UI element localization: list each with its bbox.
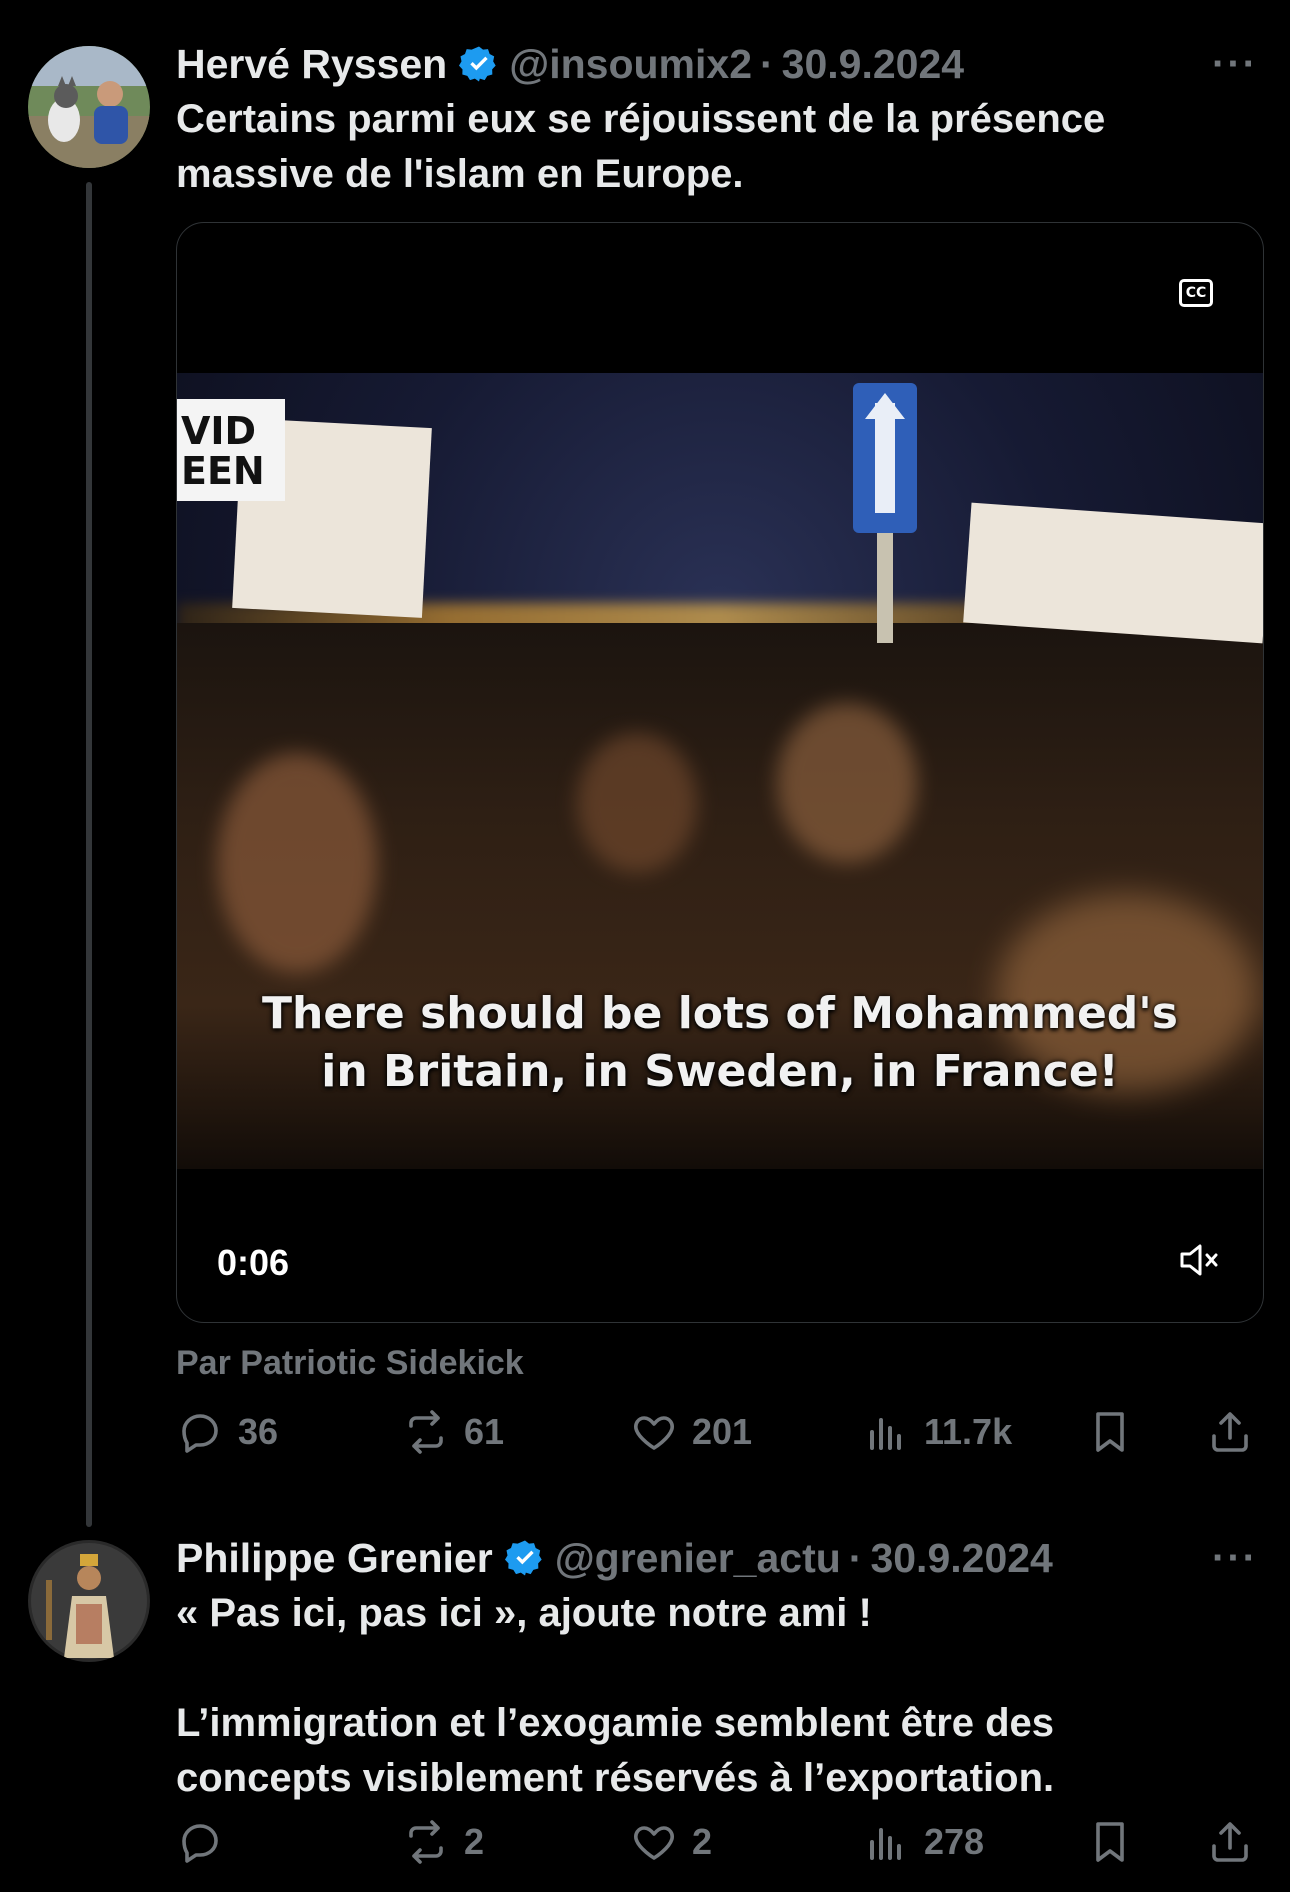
media-attribution[interactable]: Par Patriotic Sidekick xyxy=(176,1344,524,1383)
reply-icon xyxy=(182,1824,218,1863)
tweet-actions: 2 2 278 xyxy=(176,1818,1262,1878)
share-icon xyxy=(1212,1822,1248,1862)
author-handle[interactable]: @grenier_actu xyxy=(555,1534,841,1582)
protest-sign-right xyxy=(963,502,1263,644)
repost-icon xyxy=(409,1410,443,1454)
reply-button[interactable] xyxy=(176,1818,238,1866)
views-button[interactable]: 278 xyxy=(862,1818,984,1866)
heart-icon xyxy=(634,1416,674,1450)
crowd-figure xyxy=(777,703,917,863)
like-button[interactable]: 201 xyxy=(630,1408,752,1456)
reply-count: 36 xyxy=(238,1411,279,1452)
like-count: 2 xyxy=(692,1821,713,1862)
repost-button[interactable]: 61 xyxy=(402,1408,504,1456)
video-player[interactable]: CC VID EEN There should be lots of Moham… xyxy=(176,222,1264,1323)
heart-icon xyxy=(634,1826,674,1860)
video-timer: 0:06 xyxy=(217,1242,290,1283)
closed-captions-icon[interactable]: CC xyxy=(1179,279,1213,307)
crowd-figure xyxy=(217,753,377,973)
subtitle-line-1: There should be lots of Mohammed's xyxy=(262,988,1178,1039)
separator-dot: · xyxy=(760,41,774,87)
tweet-text: « Pas ici, pas ici », ajoute notre ami !… xyxy=(176,1591,1055,1800)
author-handle[interactable]: @insoumix2 xyxy=(509,40,752,88)
repost-count: 61 xyxy=(464,1411,505,1452)
tweet-date[interactable]: 30.9.2024 xyxy=(870,1534,1052,1582)
repost-button[interactable]: 2 xyxy=(402,1818,484,1866)
more-options-icon[interactable]: ··· xyxy=(1212,42,1258,87)
logo-text-line2: EEN xyxy=(181,449,265,493)
subtitle-line-2: in Britain, in Sweden, in France! xyxy=(321,1046,1119,1097)
channel-logo: VID EEN xyxy=(177,399,285,501)
share-icon xyxy=(1212,1412,1248,1452)
repost-count: 2 xyxy=(464,1821,485,1862)
avatar[interactable] xyxy=(28,46,150,168)
verified-badge-icon xyxy=(504,1540,542,1576)
author-name[interactable]: Hervé Ryssen xyxy=(176,40,447,88)
separator-dot: · xyxy=(848,1535,863,1581)
video-frame[interactable]: VID EEN There should be lots of Mohammed… xyxy=(177,373,1263,1169)
share-button[interactable] xyxy=(1206,1408,1268,1456)
reply-icon xyxy=(182,1414,218,1453)
like-button[interactable]: 2 xyxy=(630,1818,712,1866)
share-button[interactable] xyxy=(1206,1818,1268,1866)
view-count: 278 xyxy=(924,1821,985,1862)
mute-icon[interactable] xyxy=(1179,1242,1221,1278)
analytics-icon xyxy=(870,1418,901,1450)
thread-connector-line xyxy=(86,182,92,1527)
like-count: 201 xyxy=(692,1411,753,1452)
author-name[interactable]: Philippe Grenier xyxy=(176,1534,493,1582)
analytics-icon xyxy=(870,1828,901,1860)
bookmark-button[interactable] xyxy=(1086,1408,1148,1456)
tweet-actions: 36 61 201 11.7k xyxy=(176,1408,1262,1468)
views-button[interactable]: 11.7k xyxy=(862,1408,1012,1456)
verified-badge-icon xyxy=(459,46,496,82)
sign-pole xyxy=(877,533,893,643)
repost-icon xyxy=(409,1820,443,1864)
crowd-figure xyxy=(577,733,697,873)
bookmark-icon xyxy=(1096,1412,1124,1452)
more-options-icon[interactable]: ··· xyxy=(1212,1536,1258,1581)
bookmark-icon xyxy=(1096,1822,1124,1862)
bookmark-button[interactable] xyxy=(1086,1818,1148,1866)
reply-button[interactable]: 36 xyxy=(176,1408,278,1456)
logo-text-line1: VID xyxy=(181,409,257,453)
avatar[interactable] xyxy=(28,1540,150,1662)
tweet-header: Hervé Ryssen @insoumix2 · 30.9.2024 xyxy=(176,40,964,88)
view-count: 11.7k xyxy=(924,1411,1013,1452)
road-sign xyxy=(853,383,917,533)
tweet-date[interactable]: 30.9.2024 xyxy=(782,40,964,88)
tweet-text: Certains parmi eux se réjouissent de la … xyxy=(176,97,1106,196)
tweet-header: Philippe Grenier @grenier_actu · 30.9.20… xyxy=(176,1534,1053,1582)
